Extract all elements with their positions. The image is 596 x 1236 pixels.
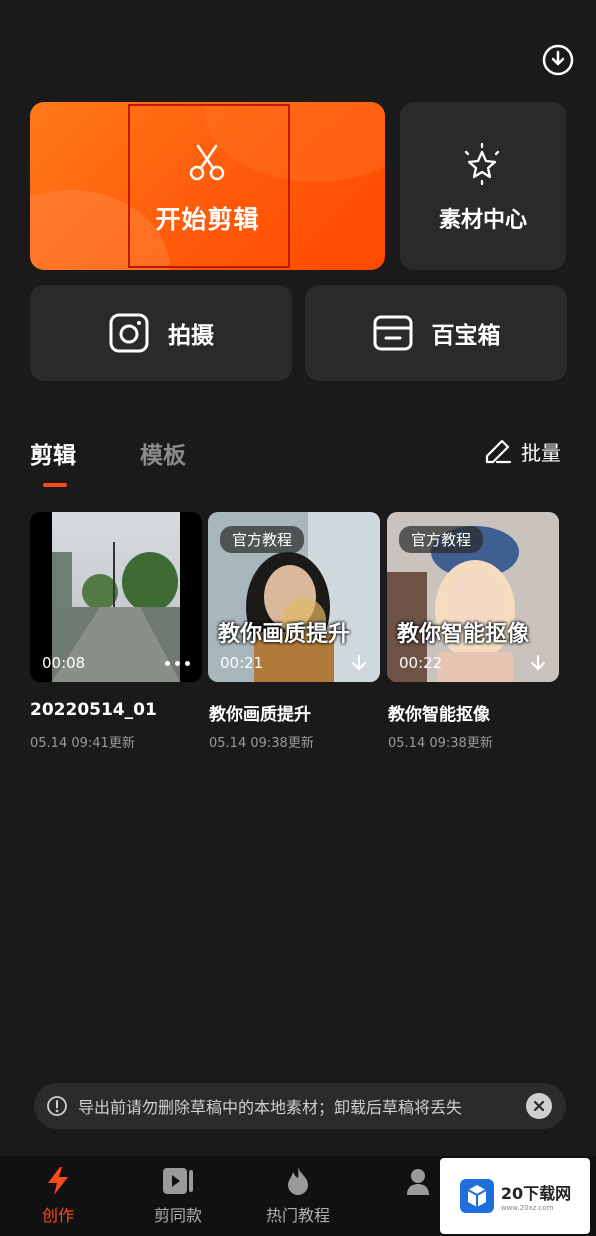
duration-label: 00:08 xyxy=(42,654,86,672)
toolbox-icon xyxy=(373,315,412,351)
nav-create-label: 创作 xyxy=(41,1206,74,1225)
official-tutorial-badge: 官方教程 xyxy=(399,526,484,553)
shoot-label: 拍摄 xyxy=(168,323,214,349)
duration-label: 00:21 xyxy=(220,654,264,672)
material-center-label: 素材中心 xyxy=(438,208,527,233)
cube-logo-icon xyxy=(459,1179,494,1213)
close-notice-button[interactable] xyxy=(526,1093,552,1119)
cover-caption: 教你画质提升 xyxy=(218,622,351,647)
nav-create[interactable]: 创作 xyxy=(3,1156,113,1236)
duration-label: 00:22 xyxy=(399,654,443,672)
history-download-icon xyxy=(542,44,574,76)
tutorial-thumbnail[interactable]: 官方教程 教你智能抠像 00:22 xyxy=(387,512,559,682)
shoot-button[interactable]: 拍摄 xyxy=(30,285,292,381)
tutorial-thumbnail[interactable]: 官方教程 教你画质提升 00:21 xyxy=(208,512,380,682)
nav-template-label: 剪同款 xyxy=(153,1206,202,1225)
close-icon xyxy=(533,1100,545,1112)
download-icon[interactable] xyxy=(350,654,368,672)
more-options-icon[interactable] xyxy=(165,661,190,666)
camera-icon xyxy=(109,313,149,353)
tab-template[interactable]: 模板 xyxy=(140,436,186,470)
start-edit-label: 开始剪辑 xyxy=(155,205,260,234)
project-title: 教你智能抠像 xyxy=(388,705,490,725)
sparkle-star-icon xyxy=(460,142,504,190)
project-updated-time: 05.14 09:38更新 xyxy=(388,736,493,751)
project-title: 20220514_01 xyxy=(30,700,157,720)
profile-icon xyxy=(407,1169,429,1195)
scissors-icon xyxy=(186,142,228,188)
watermark-logo: 20下载网 www.20xz.com xyxy=(440,1158,590,1234)
project-thumbnail[interactable]: 00:08 xyxy=(30,512,202,682)
tab-active-indicator xyxy=(43,483,67,487)
info-icon xyxy=(47,1096,67,1116)
toolbox-label: 百宝箱 xyxy=(431,323,501,349)
cover-caption: 教你智能抠像 xyxy=(397,622,530,647)
watermark-text: 20下载网 xyxy=(500,1184,572,1203)
start-edit-button[interactable]: 开始剪辑 xyxy=(30,102,385,270)
project-updated-time: 05.14 09:38更新 xyxy=(209,736,314,751)
official-tutorial-badge: 官方教程 xyxy=(220,526,305,553)
pen-icon xyxy=(485,439,512,464)
toolbox-button[interactable]: 百宝箱 xyxy=(305,285,567,381)
nav-template[interactable]: 剪同款 xyxy=(123,1156,233,1236)
project-title: 教你画质提升 xyxy=(209,705,311,725)
history-download-button[interactable] xyxy=(538,40,578,80)
notice-bar: 导出前请勿删除草稿中的本地素材；卸载后草稿将丢失 xyxy=(34,1083,566,1129)
material-center-button[interactable]: 素材中心 xyxy=(400,102,566,270)
batch-label: 批量 xyxy=(521,440,561,465)
play-template-icon xyxy=(163,1168,193,1194)
lightning-icon xyxy=(48,1167,68,1195)
nav-tutorials-label: 热门教程 xyxy=(265,1206,330,1225)
watermark-subtext: www.20xz.com xyxy=(500,1204,554,1212)
notice-text: 导出前请勿删除草稿中的本地素材；卸载后草稿将丢失 xyxy=(78,1098,463,1117)
batch-button[interactable]: 批量 xyxy=(483,436,561,466)
tab-edit[interactable]: 剪辑 xyxy=(30,436,76,470)
download-icon[interactable] xyxy=(529,654,547,672)
nav-tutorials[interactable]: 热门教程 xyxy=(243,1156,353,1236)
project-updated-time: 05.14 09:41更新 xyxy=(30,736,135,751)
flame-icon xyxy=(288,1167,308,1195)
